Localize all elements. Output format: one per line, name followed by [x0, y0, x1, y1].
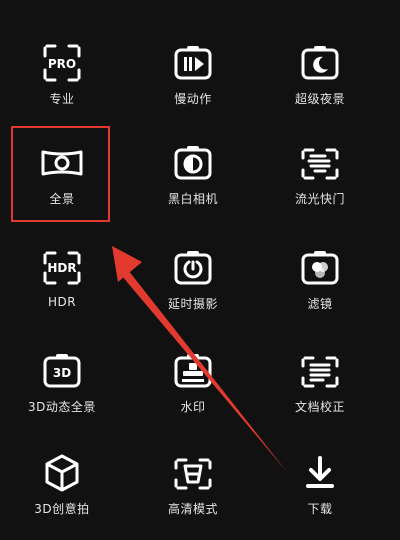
annotation-arrow [112, 246, 287, 472]
